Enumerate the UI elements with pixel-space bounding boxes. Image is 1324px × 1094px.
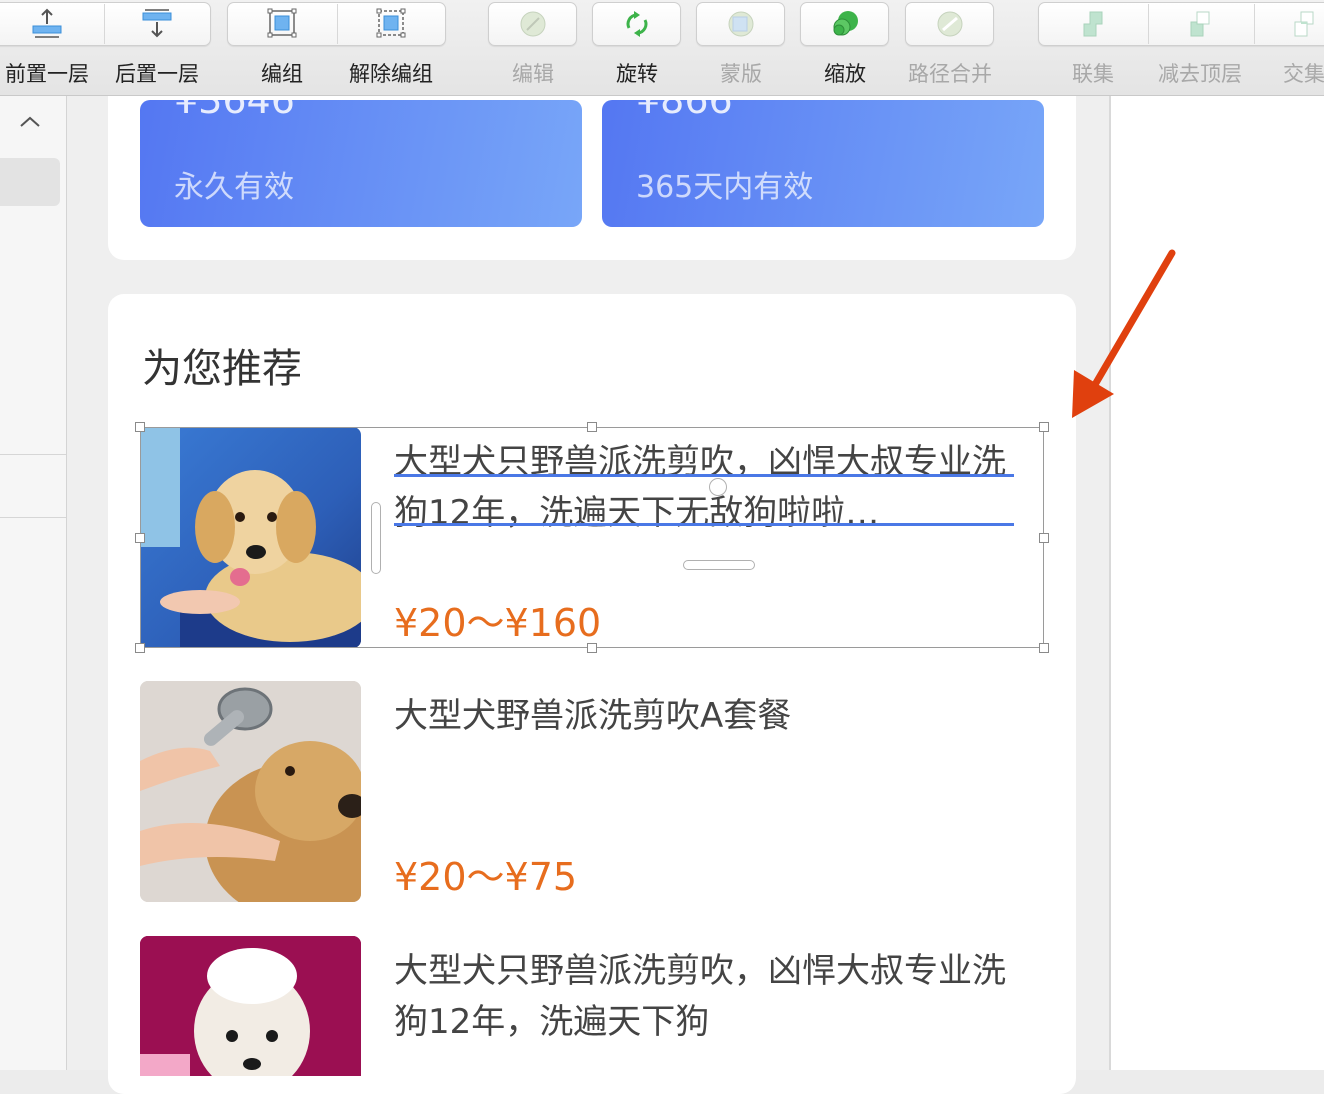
section-title: 为您推荐 — [142, 346, 302, 392]
send-backward-label: 后置一层 — [115, 62, 199, 86]
vip-price: ¥3646 — [174, 100, 295, 122]
toolbar-divider — [104, 4, 105, 44]
edit-path-icon — [520, 11, 546, 37]
resize-handle-bottom[interactable] — [587, 643, 597, 653]
group-icon — [267, 8, 297, 38]
rotation-handle[interactable] — [709, 478, 727, 496]
intersect-label: 交集 — [1283, 62, 1324, 86]
sidebar-divider — [0, 517, 66, 518]
resize-handle-left[interactable] — [135, 533, 145, 543]
union-label: 联集 — [1072, 62, 1114, 86]
ungroup-label: 解除编组 — [349, 62, 433, 86]
resize-handle-top-left[interactable] — [135, 422, 145, 432]
union-icon — [1083, 11, 1103, 37]
annotation-arrow-icon — [1072, 249, 1176, 418]
resize-handle-bottom-left[interactable] — [135, 643, 145, 653]
vip-card[interactable]: ¥3646 永久有效 — [140, 100, 582, 227]
bring-forward-icon — [32, 8, 62, 38]
sidebar-divider — [0, 454, 66, 455]
bring-forward-label: 前置一层 — [5, 62, 89, 86]
subtract-icon — [1190, 11, 1210, 37]
product-price: ¥20～¥75 — [394, 855, 578, 899]
product-image[interactable] — [140, 681, 361, 902]
scale-icon — [833, 11, 858, 36]
product-title[interactable]: 大型犬野兽派洗剪吹A套餐 — [394, 691, 1034, 742]
text-height-handle[interactable] — [683, 560, 755, 570]
text-width-handle[interactable] — [371, 502, 381, 574]
vip-price: ¥866 — [636, 100, 733, 122]
resize-handle-bottom-right[interactable] — [1039, 643, 1049, 653]
flatten-icon — [937, 11, 963, 37]
white-dog-photo — [140, 936, 361, 1076]
vip-validity: 365天内有效 — [636, 170, 814, 205]
toolbar-divider — [1254, 4, 1255, 44]
resize-handle-top[interactable] — [587, 422, 597, 432]
send-backward-icon — [142, 9, 172, 38]
resize-handle-right[interactable] — [1039, 533, 1049, 543]
mask-label: 蒙版 — [720, 62, 762, 86]
dog-shower-photo — [140, 681, 361, 902]
layers-sidebar — [0, 96, 67, 1070]
flatten-label: 路径合并 — [908, 62, 992, 86]
chevron-up-icon[interactable] — [18, 114, 42, 130]
intersect-icon — [1294, 11, 1314, 37]
scale-label: 缩放 — [824, 62, 866, 86]
mask-icon — [728, 11, 754, 37]
rotate-label: 旋转 — [616, 62, 658, 86]
product-title[interactable]: 大型犬只野兽派洗剪吹，凶悍大叔专业洗狗12年，洗遍天下狗 — [394, 946, 1034, 1048]
toolbar-divider — [337, 4, 338, 44]
toolbar-divider — [1148, 4, 1149, 44]
rotate-icon — [626, 11, 648, 37]
vip-card[interactable]: ¥866 365天内有效 — [602, 100, 1044, 227]
sidebar-selected-item[interactable] — [0, 158, 60, 206]
group-label: 编组 — [261, 62, 303, 86]
edit-label: 编辑 — [512, 62, 554, 86]
vip-validity: 永久有效 — [174, 170, 294, 205]
product-image[interactable] — [140, 936, 361, 1076]
ungroup-icon — [376, 8, 406, 38]
toolbar: 前置一层 后置一层 编组 解除编组 编辑 旋转 蒙版 缩放 路径合并 联集 减去… — [0, 0, 1324, 96]
subtract-label: 减去顶层 — [1158, 62, 1242, 86]
resize-handle-top-right[interactable] — [1039, 422, 1049, 432]
selection-bounding-box[interactable] — [140, 427, 1044, 648]
